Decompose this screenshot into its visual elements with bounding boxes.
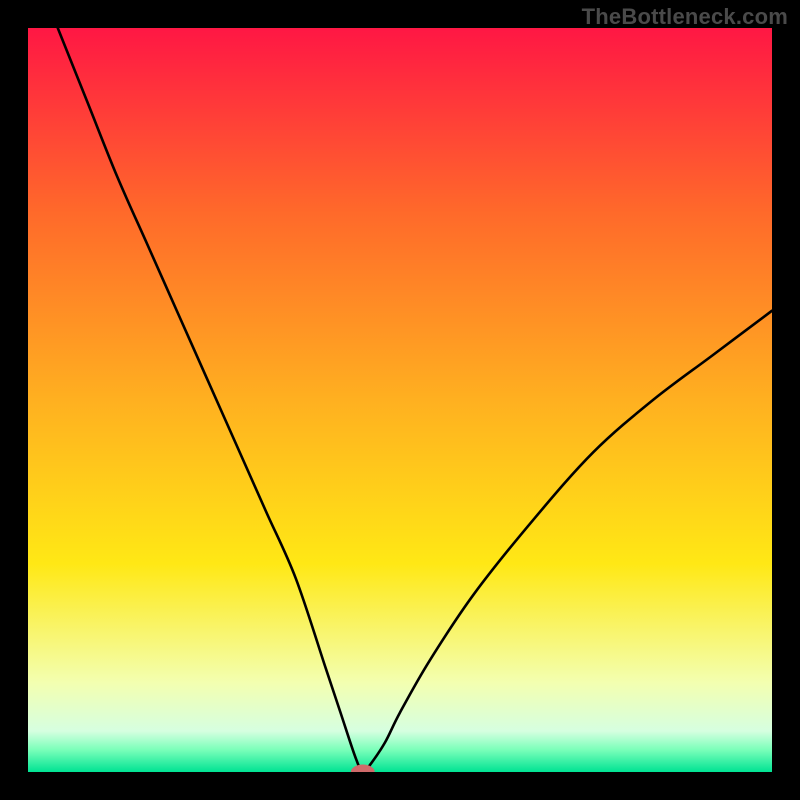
gradient-background bbox=[28, 28, 772, 772]
plot-canvas bbox=[28, 28, 772, 772]
watermark-text: TheBottleneck.com bbox=[582, 4, 788, 30]
chart-frame: TheBottleneck.com bbox=[0, 0, 800, 800]
chart-svg bbox=[28, 28, 772, 772]
